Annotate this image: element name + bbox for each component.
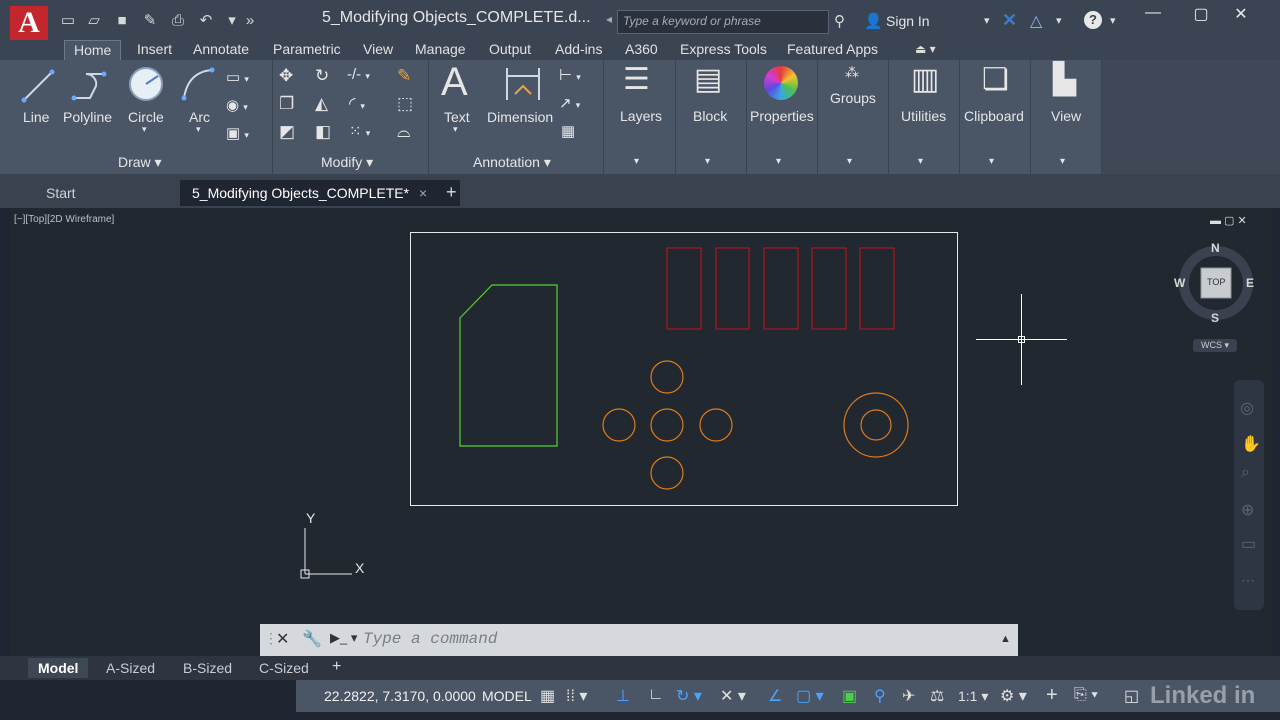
dynamic-input-icon[interactable]: ⊥: [616, 686, 630, 706]
object-snap-tracking-icon[interactable]: ∠: [768, 686, 782, 706]
wcs-label: WCS: [1200, 340, 1222, 350]
orange-circle-top[interactable]: [650, 360, 684, 394]
compass-south[interactable]: S: [1211, 311, 1219, 325]
c-sized-layout-tab[interactable]: C-Sized: [249, 658, 319, 678]
scale-dropdown[interactable]: 1:1 ▾: [958, 688, 988, 705]
snap-icon[interactable]: ⁞⁞ ▾: [566, 686, 587, 706]
grid-icon[interactable]: ▦: [540, 686, 555, 706]
orange-circle-bottom[interactable]: [650, 456, 684, 490]
units-icon[interactable]: ⎘ ▾: [1074, 686, 1098, 704]
status-left-empty: [0, 680, 296, 720]
nav-settings-icon[interactable]: ⋯: [1241, 572, 1255, 589]
scale-value: 1:1: [958, 688, 978, 704]
zoom-icon[interactable]: ⌕: [1241, 464, 1250, 482]
viewcube-face-top[interactable]: TOP: [1207, 277, 1225, 287]
ucs-icon: [300, 528, 352, 579]
showmotion-icon[interactable]: ▭: [1241, 534, 1256, 554]
outer-border-rect[interactable]: [410, 232, 958, 506]
isodraft-icon[interactable]: ✕ ▾: [720, 686, 746, 706]
red-rect-1[interactable]: [666, 247, 702, 330]
annotation-scale-icon[interactable]: ⚖: [930, 686, 944, 706]
crosshair-cursor: [976, 294, 1067, 385]
command-history-icon[interactable]: ▲: [1000, 633, 1011, 645]
drawing-svg: [300, 232, 1253, 579]
orange-inner-circle[interactable]: [860, 409, 892, 441]
pan-icon[interactable]: ✋: [1241, 434, 1261, 454]
command-line: ⋮ ✕ 🔧 ▶_ ▾ Type a command ▲: [260, 624, 1018, 656]
command-input[interactable]: Type a command: [363, 630, 497, 648]
ucs-x-label: X: [355, 560, 365, 576]
orange-circle-right[interactable]: [699, 408, 733, 442]
a-sized-layout-tab[interactable]: A-Sized: [96, 658, 165, 678]
b-sized-layout-tab[interactable]: B-Sized: [173, 658, 242, 678]
orange-circle-center[interactable]: [650, 408, 684, 442]
auto-scale-icon[interactable]: ✈: [902, 686, 915, 706]
command-close-icon[interactable]: ✕: [276, 629, 289, 649]
navigation-bar: ◎ ✋ ⌕ ⊕ ▭ ⋯: [1234, 380, 1264, 610]
workspace-gear-icon[interactable]: ⚙ ▾: [1000, 686, 1027, 706]
annotation-monitor-icon[interactable]: +: [1046, 684, 1058, 707]
transparency-icon[interactable]: ▣: [842, 686, 857, 706]
model-layout-tab[interactable]: Model: [28, 658, 89, 678]
isolate-objects-icon[interactable]: ◱: [1124, 686, 1139, 706]
green-chamfered-shape[interactable]: [459, 284, 558, 447]
recent-commands-icon[interactable]: ▶_ ▾: [330, 630, 357, 646]
compass-west[interactable]: W: [1174, 276, 1185, 290]
ucs-y-label: Y: [306, 510, 316, 526]
annotation-visibility-icon[interactable]: ⚲: [874, 686, 886, 706]
ortho-icon[interactable]: ∟: [648, 686, 664, 704]
red-rect-5[interactable]: [859, 247, 895, 330]
model-space-button[interactable]: MODEL: [482, 688, 532, 704]
add-layout-icon[interactable]: +: [332, 658, 341, 676]
red-rect-4[interactable]: [811, 247, 847, 330]
polar-tracking-icon[interactable]: ↻ ▾: [676, 686, 702, 706]
orange-circle-left[interactable]: [602, 408, 636, 442]
coordinates-readout[interactable]: 22.2822, 7.3170, 0.0000: [324, 688, 476, 704]
linkedin-watermark: Linked in: [1150, 682, 1256, 709]
wcs-menu[interactable]: WCS ▾: [1193, 339, 1237, 352]
red-rect-2[interactable]: [715, 247, 750, 330]
orbit-icon[interactable]: ⊕: [1241, 500, 1254, 520]
compass-east[interactable]: E: [1246, 276, 1254, 290]
red-rect-3[interactable]: [763, 247, 799, 330]
steering-wheel-icon[interactable]: ◎: [1240, 398, 1254, 418]
command-customize-icon[interactable]: 🔧: [302, 629, 322, 649]
object-snap-icon[interactable]: ▢ ▾: [796, 686, 824, 706]
compass-north[interactable]: N: [1211, 241, 1220, 255]
orange-outer-circle[interactable]: [843, 392, 909, 458]
